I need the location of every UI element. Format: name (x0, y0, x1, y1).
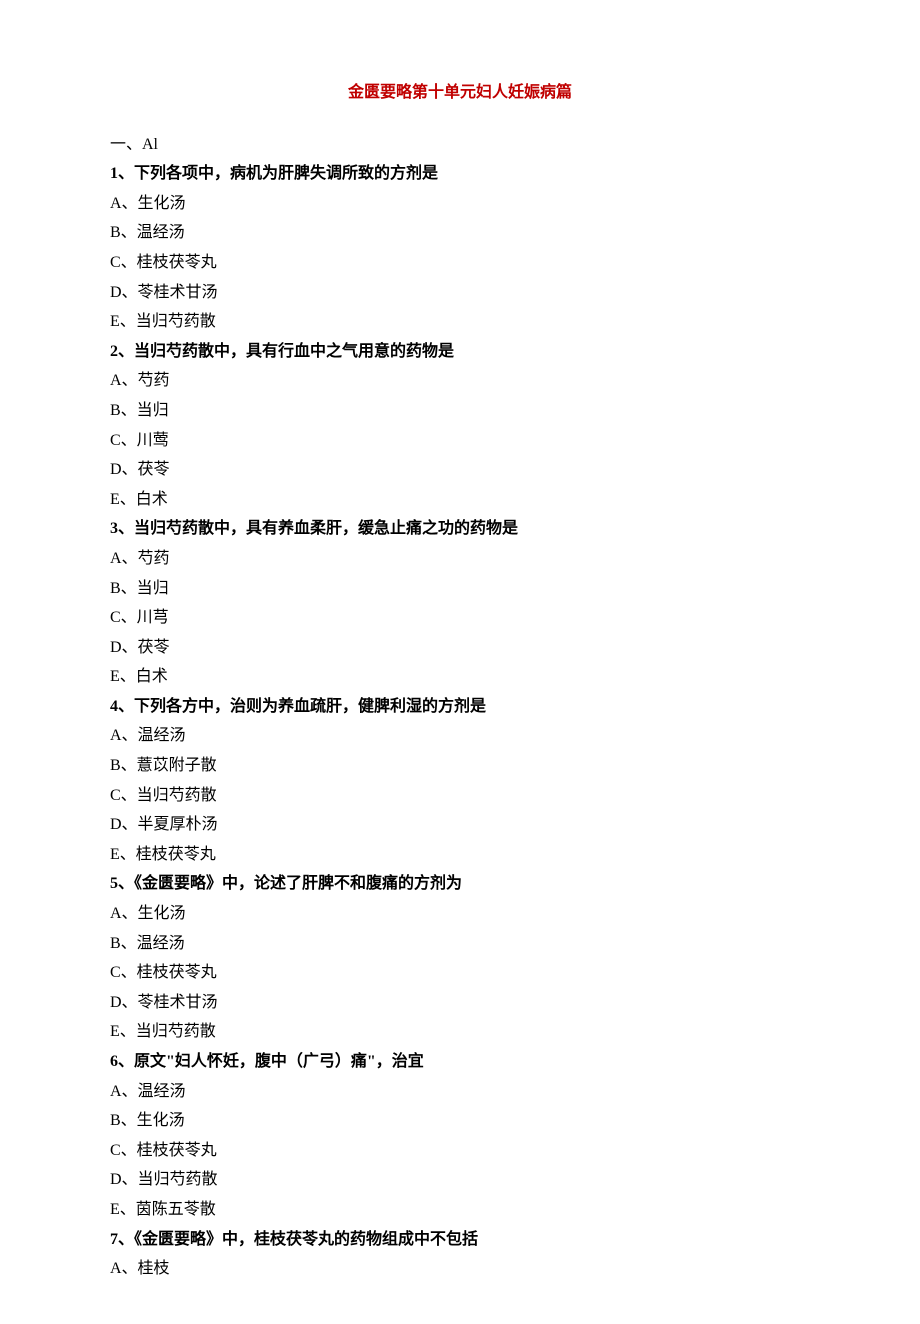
question-block: 6、原文"妇人怀妊，腹中（广弓）痛"，治宜 A、温经汤 B、生化汤 C、桂枝茯苓… (110, 1047, 810, 1225)
option: C、桂枝茯苓丸 (110, 958, 810, 988)
option: E、茵陈五苓散 (110, 1195, 810, 1225)
option: A、生化汤 (110, 899, 810, 929)
question-block: 7、《金匮要略》中，桂枝茯苓丸的药物组成中不包括 A、桂枝 (110, 1225, 810, 1284)
option: A、温经汤 (110, 1077, 810, 1107)
option: B、生化汤 (110, 1106, 810, 1136)
question-stem: 5、《金匮要略》中，论述了肝脾不和腹痛的方剂为 (110, 869, 810, 899)
option: C、当归芍药散 (110, 781, 810, 811)
option: A、生化汤 (110, 189, 810, 219)
question-stem: 2、当归芍药散中，具有行血中之气用意的药物是 (110, 337, 810, 367)
question-stem: 1、下列各项中，病机为肝脾失调所致的方剂是 (110, 159, 810, 189)
option: A、桂枝 (110, 1254, 810, 1284)
option: C、桂枝茯苓丸 (110, 248, 810, 278)
option: B、温经汤 (110, 218, 810, 248)
option: B、温经汤 (110, 929, 810, 959)
section-heading: 一、Al (110, 130, 810, 160)
question-block: 1、下列各项中，病机为肝脾失调所致的方剂是 A、生化汤 B、温经汤 C、桂枝茯苓… (110, 159, 810, 337)
question-stem: 6、原文"妇人怀妊，腹中（广弓）痛"，治宜 (110, 1047, 810, 1077)
option: A、温经汤 (110, 721, 810, 751)
option: D、茯苓 (110, 455, 810, 485)
option: A、芍药 (110, 366, 810, 396)
option: E、白术 (110, 662, 810, 692)
question-stem: 4、下列各方中，治则为养血疏肝，健脾利湿的方剂是 (110, 692, 810, 722)
option: E、桂枝茯苓丸 (110, 840, 810, 870)
option: D、当归芍药散 (110, 1165, 810, 1195)
option: C、川芎 (110, 603, 810, 633)
option: A、芍药 (110, 544, 810, 574)
question-block: 4、下列各方中，治则为养血疏肝，健脾利湿的方剂是 A、温经汤 B、薏苡附子散 C… (110, 692, 810, 870)
option: E、当归芍药散 (110, 307, 810, 337)
option: B、当归 (110, 574, 810, 604)
question-stem: 3、当归芍药散中，具有养血柔肝，缓急止痛之功的药物是 (110, 514, 810, 544)
option: B、当归 (110, 396, 810, 426)
option: E、白术 (110, 485, 810, 515)
question-block: 3、当归芍药散中，具有养血柔肝，缓急止痛之功的药物是 A、芍药 B、当归 C、川… (110, 514, 810, 692)
option: D、茯苓 (110, 633, 810, 663)
option: D、半夏厚朴汤 (110, 810, 810, 840)
document-title: 金匮要略第十单元妇人妊娠病篇 (110, 78, 810, 108)
question-block: 2、当归芍药散中，具有行血中之气用意的药物是 A、芍药 B、当归 C、川莺 D、… (110, 337, 810, 515)
option: D、苓桂术甘汤 (110, 278, 810, 308)
option: C、川莺 (110, 426, 810, 456)
option: D、苓桂术甘汤 (110, 988, 810, 1018)
question-block: 5、《金匮要略》中，论述了肝脾不和腹痛的方剂为 A、生化汤 B、温经汤 C、桂枝… (110, 869, 810, 1047)
option: B、薏苡附子散 (110, 751, 810, 781)
question-stem: 7、《金匮要略》中，桂枝茯苓丸的药物组成中不包括 (110, 1225, 810, 1255)
option: C、桂枝茯苓丸 (110, 1136, 810, 1166)
option: E、当归芍药散 (110, 1017, 810, 1047)
